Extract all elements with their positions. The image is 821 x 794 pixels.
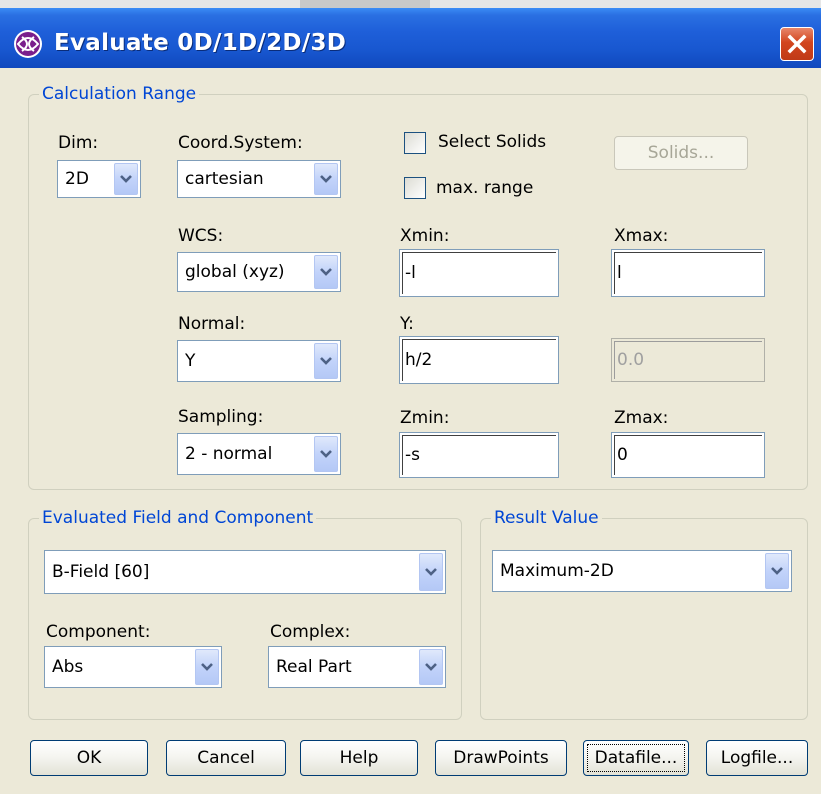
chevron-down-icon xyxy=(771,567,783,575)
normal-select[interactable]: Y xyxy=(177,340,341,382)
chevron-down-icon xyxy=(320,175,332,183)
zmin-input-bevel xyxy=(402,435,556,475)
max-range-label: max. range xyxy=(436,178,534,198)
xmax-input-bevel xyxy=(614,252,762,294)
close-button[interactable] xyxy=(780,27,814,61)
wcs-label: WCS: xyxy=(178,226,224,246)
evaluated-field-legend: Evaluated Field and Component xyxy=(42,508,314,528)
y-value: h/2 xyxy=(405,350,433,370)
drawpoints-button[interactable]: DrawPoints xyxy=(435,740,567,776)
result-value-legend: Result Value xyxy=(494,508,599,528)
dim-dropdown-button[interactable] xyxy=(114,163,138,195)
component-value: Abs xyxy=(52,657,84,677)
ok-button[interactable]: OK xyxy=(30,740,148,776)
xmax-label: Xmax: xyxy=(614,226,669,246)
zmin-input[interactable]: -s xyxy=(399,432,559,478)
sampling-label: Sampling: xyxy=(178,407,264,427)
select-solids-label: Select Solids xyxy=(438,132,547,152)
xmax-input[interactable]: l xyxy=(611,249,765,297)
zmax-label: Zmax: xyxy=(614,408,669,428)
dim-select[interactable]: 2D xyxy=(57,160,141,198)
datafile-button-label: Datafile... xyxy=(594,748,678,768)
dim-label: Dim: xyxy=(58,133,99,153)
wcs-value: global (xyz) xyxy=(185,262,285,282)
top-strip-segment xyxy=(300,0,430,8)
calculation-range-legend: Calculation Range xyxy=(42,84,197,104)
zmin-label: Zmin: xyxy=(400,408,450,428)
y-secondary-value: 0.0 xyxy=(617,350,645,370)
xmin-label: Xmin: xyxy=(400,226,450,246)
result-value-group: Result Value xyxy=(480,508,808,720)
component-select[interactable]: Abs xyxy=(44,646,222,688)
max-range-checkbox[interactable] xyxy=(404,177,426,199)
complex-select[interactable]: Real Part xyxy=(268,646,446,688)
chevron-down-icon xyxy=(320,450,332,458)
dim-value: 2D xyxy=(65,169,89,189)
zmin-value: -s xyxy=(405,445,420,465)
normal-value: Y xyxy=(185,351,196,371)
field-value: B-Field [60] xyxy=(52,562,150,582)
cancel-button[interactable]: Cancel xyxy=(166,740,286,776)
component-dropdown-button[interactable] xyxy=(195,649,219,685)
y-input[interactable]: h/2 xyxy=(399,336,559,384)
normal-dropdown-button[interactable] xyxy=(314,343,338,379)
field-dropdown-button[interactable] xyxy=(419,553,443,591)
sampling-value: 2 - normal xyxy=(185,444,273,464)
chevron-down-icon xyxy=(425,568,437,576)
evaluated-field-group: Evaluated Field and Component xyxy=(28,508,462,720)
wcs-dropdown-button[interactable] xyxy=(314,255,338,289)
close-icon xyxy=(787,34,807,54)
xmin-input[interactable]: -l xyxy=(399,249,559,297)
app-logo-icon xyxy=(14,30,42,58)
help-button[interactable]: Help xyxy=(300,740,418,776)
logfile-button[interactable]: Logfile... xyxy=(706,740,808,776)
coord-system-value: cartesian xyxy=(185,169,264,189)
datafile-button[interactable]: Datafile... xyxy=(583,740,689,776)
select-solids-checkbox[interactable] xyxy=(404,132,426,154)
chevron-down-icon xyxy=(320,268,332,276)
y-secondary-input: 0.0 xyxy=(611,338,765,382)
field-select[interactable]: B-Field [60] xyxy=(44,550,446,594)
sampling-select[interactable]: 2 - normal xyxy=(177,433,341,475)
zmax-value: 0 xyxy=(617,445,628,465)
chevron-down-icon xyxy=(425,663,437,671)
coord-system-label: Coord.System: xyxy=(178,133,303,153)
coord-system-select[interactable]: cartesian xyxy=(177,160,341,198)
zmax-input[interactable]: 0 xyxy=(611,432,765,478)
result-value-select[interactable]: Maximum-2D xyxy=(492,550,792,592)
coord-system-dropdown-button[interactable] xyxy=(314,163,338,195)
window-title: Evaluate 0D/1D/2D/3D xyxy=(54,30,347,56)
xmin-value: -l xyxy=(405,263,416,283)
complex-dropdown-button[interactable] xyxy=(419,649,443,685)
chevron-down-icon xyxy=(320,357,332,365)
complex-label: Complex: xyxy=(270,622,351,642)
solids-button[interactable]: Solids... xyxy=(614,136,748,170)
chevron-down-icon xyxy=(120,175,132,183)
xmax-value: l xyxy=(617,263,622,283)
result-value-dropdown-button[interactable] xyxy=(765,553,789,589)
component-label: Component: xyxy=(46,622,151,642)
sampling-dropdown-button[interactable] xyxy=(314,436,338,472)
xmin-input-bevel xyxy=(402,252,556,294)
result-value-value: Maximum-2D xyxy=(500,561,614,581)
wcs-select[interactable]: global (xyz) xyxy=(177,252,341,292)
y-label: Y: xyxy=(400,314,414,334)
normal-label: Normal: xyxy=(178,314,246,334)
zmax-input-bevel xyxy=(614,435,762,475)
top-strip xyxy=(0,0,821,8)
complex-value: Real Part xyxy=(276,657,352,677)
chevron-down-icon xyxy=(201,663,213,671)
